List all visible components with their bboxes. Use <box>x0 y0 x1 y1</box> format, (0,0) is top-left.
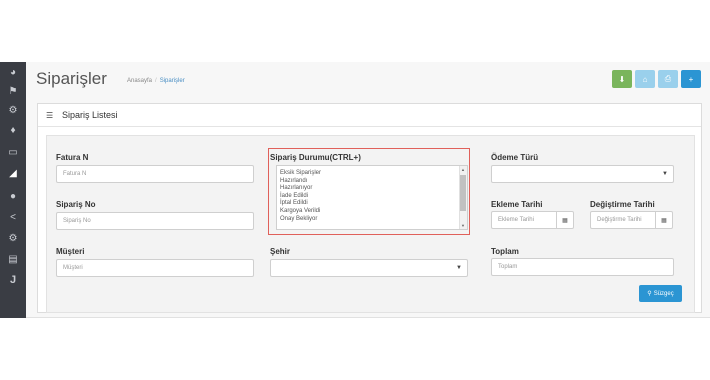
download-icon: ⬇ <box>618 74 626 84</box>
city-select[interactable]: ▼ <box>270 259 468 277</box>
app-frame: ◕ ⚑ ⚙ ♦ ▭ ◢ ● < ⚙ ▤ J Siparişler Anasayf… <box>0 0 710 380</box>
gear-icon[interactable]: ⚙ <box>0 228 26 248</box>
add-button[interactable]: + <box>681 70 701 88</box>
page-title: Siparişler <box>36 69 107 88</box>
share-icon[interactable]: < <box>0 207 26 227</box>
status-option[interactable]: Hazırlandı <box>277 178 467 186</box>
search-icon: ⚲ <box>647 291 652 297</box>
breadcrumb-separator: / <box>155 78 157 84</box>
list-icon: ☰ <box>46 111 54 120</box>
home-icon: ⌂ <box>642 74 648 84</box>
j-icon[interactable]: J <box>0 270 26 290</box>
scroll-down-icon[interactable]: ▼ <box>460 223 466 228</box>
status-option[interactable]: Eksik Siparişler <box>277 170 467 178</box>
calendar-icon[interactable]: ▦ <box>557 211 574 229</box>
chevron-down-icon: ▼ <box>662 171 668 177</box>
modified-date-input[interactable]: Değiştirme Tarihi <box>590 211 656 229</box>
user-icon[interactable]: ● <box>0 186 26 206</box>
modified-date-label: Değiştirme Tarihi <box>590 200 655 209</box>
dashboard-icon[interactable]: ◕ <box>0 62 26 82</box>
customer-input[interactable]: Müşteri <box>56 259 254 277</box>
bar-chart-icon[interactable]: ▤ <box>0 249 26 269</box>
panel-header: ☰ Sipariş Listesi <box>38 104 701 127</box>
invoice-no-input[interactable]: Fatura N <box>56 165 254 183</box>
filter-button-label: Süzgeç <box>653 290 674 297</box>
panel-title: Sipariş Listesi <box>62 110 118 120</box>
print-icon: ⎙ <box>664 74 672 83</box>
cart-icon[interactable]: ◢ <box>0 163 26 183</box>
monitor-icon[interactable]: ▭ <box>0 142 26 162</box>
total-input[interactable]: Toplam <box>491 258 674 276</box>
print-button[interactable]: ⎙ <box>658 70 678 88</box>
payment-type-label: Ödeme Türü <box>491 153 539 162</box>
breadcrumb-current[interactable]: Siparişler <box>160 78 185 84</box>
payment-type-select[interactable]: ▼ <box>491 165 674 183</box>
tags-icon[interactable]: ⚑ <box>0 81 26 101</box>
plus-icon: + <box>688 74 694 84</box>
added-date-input[interactable]: Ekleme Tarihi <box>491 211 557 229</box>
order-no-label: Sipariş No <box>56 200 96 209</box>
added-date-label: Ekleme Tarihi <box>491 200 543 209</box>
scrollbar-thumb[interactable] <box>460 175 466 211</box>
city-label: Şehir <box>270 247 291 256</box>
download-button[interactable]: ⬇ <box>612 70 632 88</box>
scroll-up-icon[interactable]: ▲ <box>460 167 466 172</box>
home-button[interactable]: ⌂ <box>635 70 655 88</box>
total-label: Toplam <box>491 247 519 256</box>
status-option[interactable]: İptal Edildi <box>277 200 467 208</box>
breadcrumb: Anasayfa / Siparişler <box>127 78 185 84</box>
gear-icon[interactable]: ⚙ <box>0 100 26 120</box>
status-option[interactable]: Hazırlanıyor <box>277 185 467 193</box>
calendar-icon[interactable]: ▦ <box>656 211 673 229</box>
puzzle-icon[interactable]: ♦ <box>0 120 26 140</box>
sidebar: ◕ ⚑ ⚙ ♦ ▭ ◢ ● < ⚙ ▤ J <box>0 62 26 318</box>
order-status-label: Sipariş Durumu(CTRL+) <box>270 153 361 162</box>
customer-label: Müşteri <box>56 247 85 256</box>
status-option[interactable]: Onay Bekliyor <box>277 216 467 224</box>
filter-button[interactable]: ⚲ Süzgeç <box>639 285 682 302</box>
chevron-down-icon: ▼ <box>456 265 462 271</box>
status-option[interactable]: Kargoya Verildi <box>277 208 467 216</box>
breadcrumb-home[interactable]: Anasayfa <box>127 78 152 84</box>
order-status-listbox[interactable]: Eksik Siparişler Hazırlandı Hazırlanıyor… <box>276 165 468 230</box>
invoice-no-label: Fatura N <box>56 153 89 162</box>
order-no-input[interactable]: Sipariş No <box>56 212 254 230</box>
